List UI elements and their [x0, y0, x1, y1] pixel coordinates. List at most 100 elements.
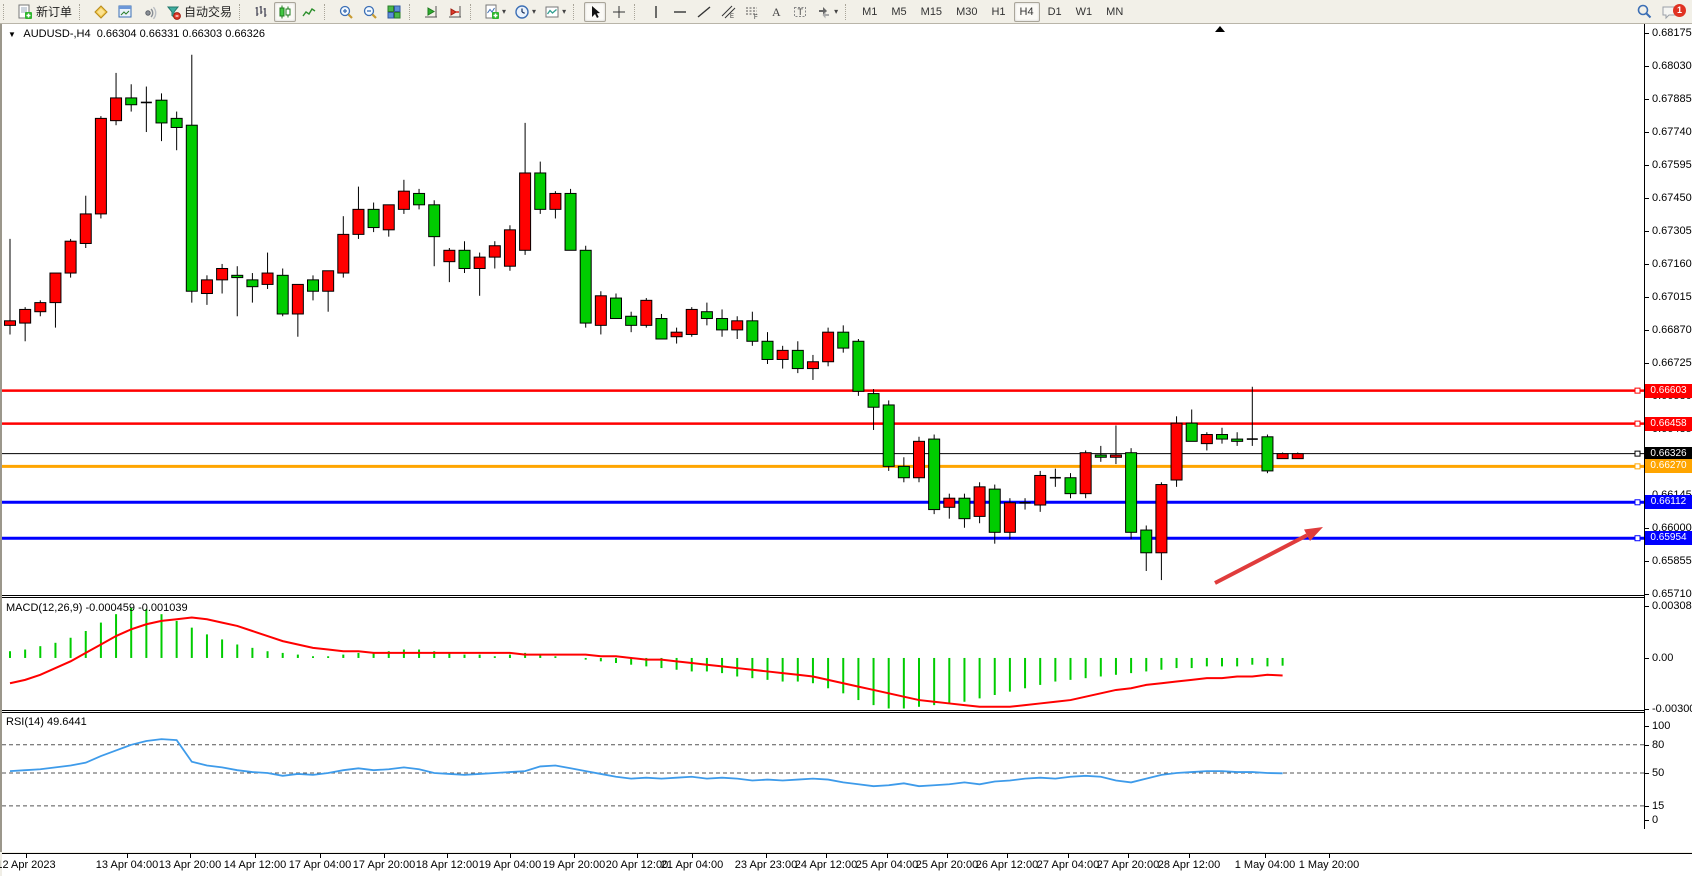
macd-tick-label: -0.003003 [1645, 703, 1692, 715]
auto-scroll-icon [423, 4, 439, 20]
ohlc-high: 0.66331 [140, 28, 180, 40]
candle-body [171, 118, 182, 127]
time-axis[interactable]: 12 Apr 202313 Apr 04:0013 Apr 20:0014 Ap… [2, 853, 1692, 876]
candle-body [914, 441, 925, 477]
price-tick-label: 0.67015 [1645, 291, 1692, 303]
candle-body [535, 173, 546, 209]
time-tick-label: 1 May 04:00 [1235, 859, 1296, 871]
text-tool[interactable]: A [765, 2, 787, 22]
price-tick-label: 0.68030 [1645, 60, 1692, 72]
new-order-label: 新订单 [36, 3, 72, 20]
timeframe-H4[interactable]: H4 [1014, 2, 1040, 22]
vertical-line-tool[interactable] [645, 2, 667, 22]
svg-text:F: F [754, 15, 758, 20]
new-order-icon [17, 4, 33, 20]
fibonacci-tool[interactable]: F [741, 2, 763, 22]
text-label-tool[interactable]: T [789, 2, 811, 22]
auto-trading-button[interactable]: 自动交易 [162, 2, 235, 22]
time-tick-label: 28 Apr 12:00 [1158, 859, 1220, 871]
periods-dropdown-caret[interactable]: ▾ [532, 7, 536, 16]
signal-icon [141, 4, 157, 20]
chart-shift-marker[interactable] [1215, 26, 1225, 32]
candle-body [762, 341, 773, 359]
horizontal-line-tool[interactable] [669, 2, 691, 22]
timeframe-H1[interactable]: H1 [985, 2, 1011, 22]
time-tick [384, 854, 385, 858]
candlestick-type-button[interactable] [274, 2, 296, 22]
timeframe-M30[interactable]: M30 [950, 2, 983, 22]
candle-body [807, 362, 818, 369]
candle-body [232, 275, 243, 277]
trend-arrow-line[interactable] [1215, 535, 1307, 583]
periods-button[interactable]: ▾ [511, 2, 539, 22]
chart-window: ▼ AUDUSD-,H4 0.66304 0.66331 0.66303 0.6… [0, 24, 1692, 852]
candle-body [641, 300, 652, 325]
candle-body [944, 498, 955, 507]
templates-dropdown-caret[interactable]: ▾ [562, 7, 566, 16]
candle-body [80, 214, 91, 244]
zoom-in-button[interactable] [335, 2, 357, 22]
candle-body [186, 125, 197, 291]
candle-body [1004, 503, 1015, 533]
time-tick [1265, 854, 1266, 858]
level-line-anchor[interactable] [1635, 500, 1640, 505]
price-axis[interactable]: 0.681750.680300.678850.677400.675950.674… [1645, 24, 1692, 829]
candle-body [247, 280, 258, 287]
tile-windows-button[interactable] [383, 2, 405, 22]
zoom-out-button[interactable] [359, 2, 381, 22]
market-watch-button[interactable] [90, 2, 112, 22]
indicators-button[interactable]: ▾ [481, 2, 509, 22]
zoom-in-icon [338, 4, 354, 20]
chart-shift-button[interactable] [444, 2, 466, 22]
line-chart-type-button[interactable] [298, 2, 320, 22]
level-line-anchor[interactable] [1635, 388, 1640, 393]
notifications-button[interactable]: 1 [1658, 2, 1682, 22]
candle-body [1080, 453, 1091, 494]
timeframe-M1[interactable]: M1 [856, 2, 883, 22]
ohlc-open: 0.66304 [97, 28, 137, 40]
time-tick-label: 25 Apr 20:00 [916, 859, 978, 871]
crosshair-tool-button[interactable] [608, 2, 630, 22]
search-button[interactable] [1633, 2, 1656, 22]
candle-body [1292, 454, 1303, 459]
bar-chart-type-button[interactable] [250, 2, 272, 22]
time-tick [1068, 854, 1069, 858]
trendline-tool[interactable] [693, 2, 715, 22]
timeframe-W1[interactable]: W1 [1070, 2, 1099, 22]
level-line-anchor[interactable] [1635, 421, 1640, 426]
arrows-tool[interactable]: ▾ [813, 2, 841, 22]
timeframe-M5[interactable]: M5 [885, 2, 912, 22]
level-line-anchor[interactable] [1635, 536, 1640, 541]
arrows-dropdown-caret[interactable]: ▾ [834, 7, 838, 16]
candle-body [292, 284, 303, 314]
indicators-dropdown-caret[interactable]: ▾ [502, 7, 506, 16]
candle-body [353, 209, 364, 234]
fibonacci-icon: F [744, 4, 760, 20]
timeframe-M15[interactable]: M15 [915, 2, 948, 22]
auto-scroll-button[interactable] [420, 2, 442, 22]
chart-context-caret[interactable]: ▼ [8, 30, 16, 39]
timeframe-D1[interactable]: D1 [1042, 2, 1068, 22]
time-tick-label: 13 Apr 20:00 [159, 859, 221, 871]
candle-body [611, 298, 622, 318]
horizontal-line-icon [672, 4, 688, 20]
time-tick-label: 1 May 20:00 [1299, 859, 1360, 871]
templates-button[interactable]: ▾ [541, 2, 569, 22]
chart-window-button[interactable] [114, 2, 136, 22]
toolbar-grip [3, 4, 10, 20]
candle-body [217, 268, 228, 279]
candle-body [95, 118, 106, 214]
time-tick-label: 12 Apr 2023 [0, 859, 56, 871]
timeframe-MN[interactable]: MN [1100, 2, 1129, 22]
candle-body [444, 250, 455, 261]
channel-tool[interactable]: E [717, 2, 739, 22]
line-chart-type-icon [301, 4, 317, 20]
signals-button[interactable] [138, 2, 160, 22]
candle-body [989, 489, 1000, 532]
level-line-anchor[interactable] [1635, 464, 1640, 469]
new-order-button[interactable]: 新订单 [14, 2, 75, 22]
price-line-label: 0.66458 [1645, 417, 1692, 431]
chart-plot-area[interactable] [2, 24, 1645, 829]
cursor-tool-button[interactable] [584, 2, 606, 22]
level-line-anchor[interactable] [1635, 451, 1640, 456]
